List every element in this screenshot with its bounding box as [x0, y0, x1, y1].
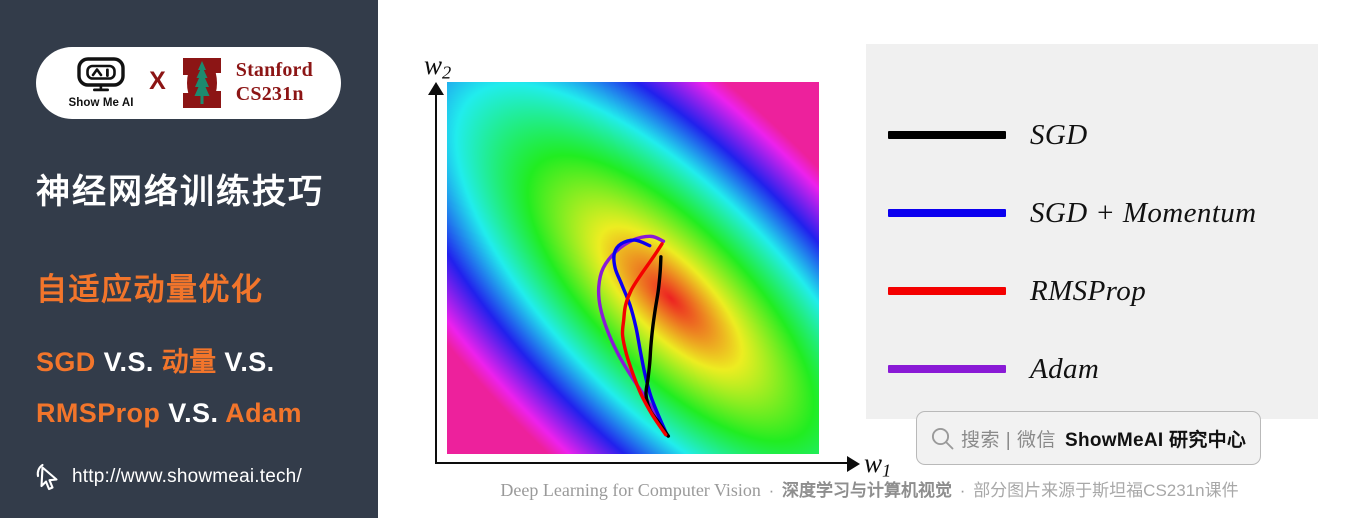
- legend-label-2: RMSProp: [1030, 274, 1147, 307]
- topic-line-1-token-3: V.S.: [216, 347, 275, 377]
- footer-english: Deep Learning for Computer Vision: [500, 480, 761, 500]
- main-content: w2 w1 SGDSGD + MomentumRMSPropAdam 搜索: [378, 0, 1361, 518]
- website-url-row[interactable]: http://www.showmeai.tech/: [34, 462, 302, 491]
- legend-panel: SGD SGD + Momentum RMSProp Adam 搜索 | 微信 Sho…: [866, 44, 1318, 465]
- logo-pill: Show Me AI X Stanford CS231n: [36, 47, 341, 119]
- search-brand-text: ShowMeAI 研究中心: [1065, 429, 1247, 451]
- topic-line-1-token-0: SGD: [36, 347, 96, 377]
- legend-swatch-1: [888, 209, 1006, 217]
- legend-label-1: SGD + Momentum: [1030, 196, 1257, 229]
- topic-line-2: RMSProp V.S. Adam: [36, 398, 376, 429]
- y-axis-line: [435, 92, 437, 464]
- legend-label-3: Adam: [1030, 352, 1100, 385]
- optimizer-trajectories: [596, 234, 671, 438]
- legend-item-rmsprop: RMSProp: [888, 252, 1257, 330]
- trajectory-adam: [596, 234, 669, 438]
- footer-sep-1: ·: [768, 481, 775, 500]
- stanford-line-1: Stanford: [235, 59, 313, 82]
- footer-source-note: 部分图片来源于斯坦福CS231n课件: [973, 481, 1239, 500]
- topic-line-1: SGD V.S. 动量 V.S.: [36, 340, 376, 379]
- x-axis-line: [435, 462, 850, 464]
- website-url[interactable]: http://www.showmeai.tech/: [72, 466, 302, 488]
- stanford-line-2: CS231n: [235, 83, 304, 105]
- footer-chinese-title: 深度学习与计算机视觉: [782, 481, 953, 500]
- legend-swatch-0: [888, 131, 1006, 139]
- contour-surface: [447, 82, 819, 454]
- slide-root: Show Me AI X Stanford CS231n 神经网络训练技巧 自适…: [0, 0, 1361, 518]
- wechat-search-box[interactable]: 搜索 | 微信 ShowMeAI 研究中心: [916, 411, 1261, 465]
- legend-list: SGD SGD + Momentum RMSProp Adam: [888, 96, 1257, 408]
- legend-swatch-3: [888, 365, 1006, 373]
- showmeai-logo: Show Me AI: [64, 57, 138, 110]
- loss-surface-plot: w2 w1: [400, 20, 891, 481]
- legend-item-sgd-momentum: SGD + Momentum: [888, 174, 1257, 252]
- x-axis-arrowhead: [847, 456, 860, 472]
- stanford-tree-icon: [182, 58, 221, 108]
- showmeai-wordmark: Show Me AI: [68, 96, 134, 109]
- topic-line-2-token-2: Adam: [225, 398, 302, 428]
- topic-line-1-token-1: V.S.: [95, 347, 162, 377]
- page-title: 神经网络训练技巧: [36, 173, 324, 211]
- legend-item-adam: Adam: [888, 330, 1257, 408]
- robot-face-icon: [77, 57, 125, 92]
- footer-credit: Deep Learning for Computer Vision · 深度学习…: [378, 476, 1361, 501]
- topic-line-1-token-2: 动量: [161, 347, 217, 377]
- mouse-cursor-icon: [36, 463, 58, 491]
- footer-sep-2: ·: [959, 481, 966, 500]
- topic-line-2-token-1: V.S.: [160, 398, 226, 428]
- search-placeholder-text: 搜索 | 微信: [961, 429, 1056, 451]
- y-axis-label: w2: [424, 50, 452, 83]
- sidebar: Show Me AI X Stanford CS231n 神经网络训练技巧 自适…: [0, 0, 378, 518]
- search-icon: [931, 427, 954, 449]
- logo-x-separator: X: [149, 66, 166, 95]
- stanford-label: Stanford CS231n: [236, 59, 313, 106]
- legend-item-sgd: SGD: [888, 96, 1257, 174]
- legend-label-0: SGD: [1030, 118, 1088, 151]
- topic-line-2-token-0: RMSProp: [36, 398, 161, 428]
- page-subtitle: 自适应动量优化: [36, 272, 264, 307]
- legend-swatch-2: [888, 287, 1006, 295]
